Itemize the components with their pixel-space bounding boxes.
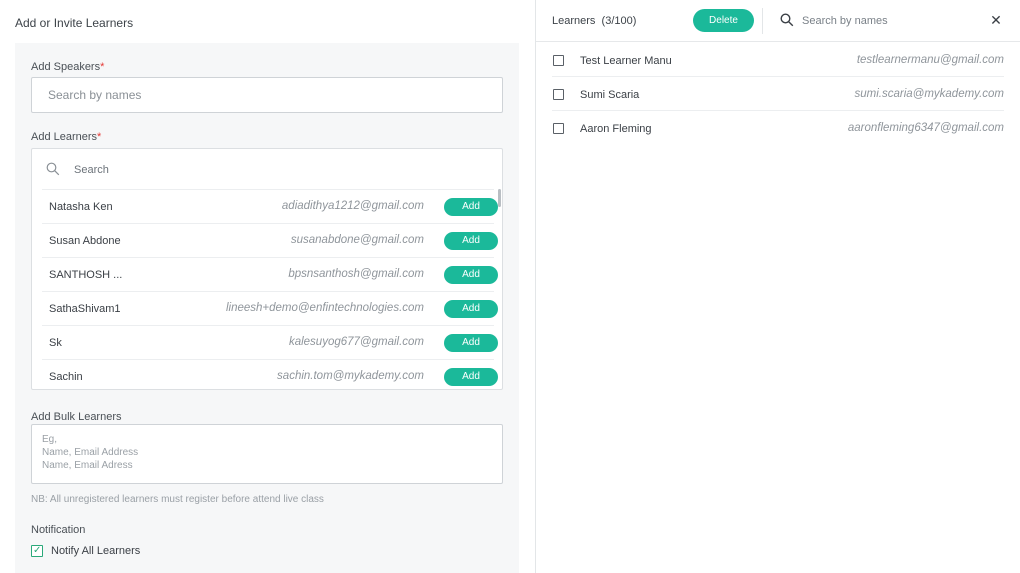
learners-search-input[interactable]	[802, 12, 972, 30]
add-invite-panel: Add or Invite Learners Add Speakers* Add…	[0, 0, 535, 573]
registration-note: NB: All unregistered learners must regis…	[31, 494, 324, 505]
learner-row: SathaShivam1 lineesh+demo@enfintechnolog…	[42, 291, 498, 325]
learner-row: Sk kalesuyog677@gmail.com Add	[42, 325, 498, 359]
learner-checkbox[interactable]	[553, 123, 564, 134]
learner-email: bpsnsanthosh@gmail.com	[288, 268, 424, 280]
panel-title: Add or Invite Learners	[15, 16, 134, 30]
learner-email: adiadithya1212@gmail.com	[281, 200, 424, 212]
selected-learner-name: Aaron Fleming	[580, 123, 652, 135]
learners-panel-title: Learners (3/100)	[552, 15, 636, 27]
notification-label: Notification	[31, 524, 86, 536]
learner-email: sachin.tom@mykademy.com	[277, 370, 424, 382]
add-learner-button[interactable]: Add	[444, 266, 498, 284]
learner-row: SANTHOSH ... bpsnsanthosh@gmail.com Add	[42, 257, 498, 291]
learner-email: kalesuyog677@gmail.com	[288, 336, 424, 348]
learner-email: lineesh+demo@enfintechnologies.com	[225, 302, 424, 314]
learner-row: Susan Abdone susanabdone@gmail.com Add	[42, 223, 498, 257]
add-learner-button[interactable]: Add	[444, 198, 498, 216]
learner-picker: Natasha Ken adiadithya1212@gmail.com Add…	[31, 148, 503, 390]
learner-list-scrollbar[interactable]	[498, 189, 501, 207]
required-mark: *	[97, 131, 102, 143]
learner-checkbox[interactable]	[553, 89, 564, 100]
bulk-placeholder-line: Eg,	[42, 434, 58, 445]
notify-all-checkbox[interactable]: ✓	[31, 545, 43, 557]
close-icon[interactable]: ✕	[989, 12, 1003, 28]
selected-learner-email: sumi.scaria@mykademy.com	[854, 88, 1005, 100]
search-icon	[46, 162, 60, 176]
speakers-label-text: Add Speakers	[31, 61, 101, 73]
learner-row: Sachin sachin.tom@mykademy.com Add	[42, 359, 498, 389]
selected-learner-name: Test Learner Manu	[580, 55, 672, 67]
search-icon	[780, 13, 794, 27]
learner-checkbox[interactable]	[553, 55, 564, 66]
learner-name: SANTHOSH ...	[49, 269, 123, 281]
learner-row: Natasha Ken adiadithya1212@gmail.com Add	[42, 189, 498, 223]
learners-panel-header: Learners (3/100) Delete ✕	[536, 0, 1020, 42]
bulk-placeholder-line: Name, Email Address	[42, 447, 139, 458]
learner-name: Sachin	[49, 371, 83, 383]
bulk-placeholder-line: Name, Email Adress	[42, 460, 133, 471]
check-icon: ✓	[33, 545, 42, 556]
learners-title-text: Learners	[552, 15, 596, 27]
learner-email: susanabdone@gmail.com	[290, 234, 424, 246]
learners-label-text: Add Learners	[31, 131, 98, 143]
learner-name: SathaShivam1	[49, 303, 121, 315]
learner-search-input[interactable]	[74, 161, 374, 179]
form-card: Add Speakers* Add Learners* Natasha Ken …	[15, 43, 519, 573]
selected-learner-row: Aaron Fleming aaronfleming6347@gmail.com	[552, 111, 1004, 145]
add-learner-button[interactable]: Add	[444, 334, 498, 352]
speakers-label: Add Speakers*	[31, 61, 104, 73]
required-mark: *	[100, 61, 105, 73]
speakers-search-input[interactable]	[31, 77, 503, 113]
selected-learner-name: Sumi Scaria	[580, 89, 640, 101]
delete-button[interactable]: Delete	[693, 9, 754, 32]
header-separator	[762, 8, 763, 34]
selected-learner-email: testlearnermanu@gmail.com	[856, 54, 1004, 66]
add-learner-button[interactable]: Add	[444, 300, 498, 318]
selected-learner-row: Sumi Scaria sumi.scaria@mykademy.com	[552, 77, 1004, 111]
learners-label: Add Learners*	[31, 131, 101, 143]
add-learner-button[interactable]: Add	[444, 232, 498, 250]
learner-name: Susan Abdone	[49, 235, 121, 247]
learners-count: (3/100)	[601, 15, 637, 27]
bulk-learners-label: Add Bulk Learners	[31, 411, 122, 423]
learners-panel: Learners (3/100) Delete ✕ Test Learner M…	[536, 0, 1020, 573]
learner-name: Sk	[49, 337, 62, 349]
notify-all-label[interactable]: Notify All Learners	[51, 545, 140, 557]
selected-learner-email: aaronfleming6347@gmail.com	[847, 122, 1004, 134]
bulk-learners-textarea[interactable]: Eg, Name, Email Address Name, Email Adre…	[31, 424, 503, 484]
add-learner-button[interactable]: Add	[444, 368, 498, 386]
learner-search-bar	[32, 149, 502, 189]
learner-name: Natasha Ken	[49, 201, 113, 213]
selected-learner-row: Test Learner Manu testlearnermanu@gmail.…	[552, 43, 1004, 77]
